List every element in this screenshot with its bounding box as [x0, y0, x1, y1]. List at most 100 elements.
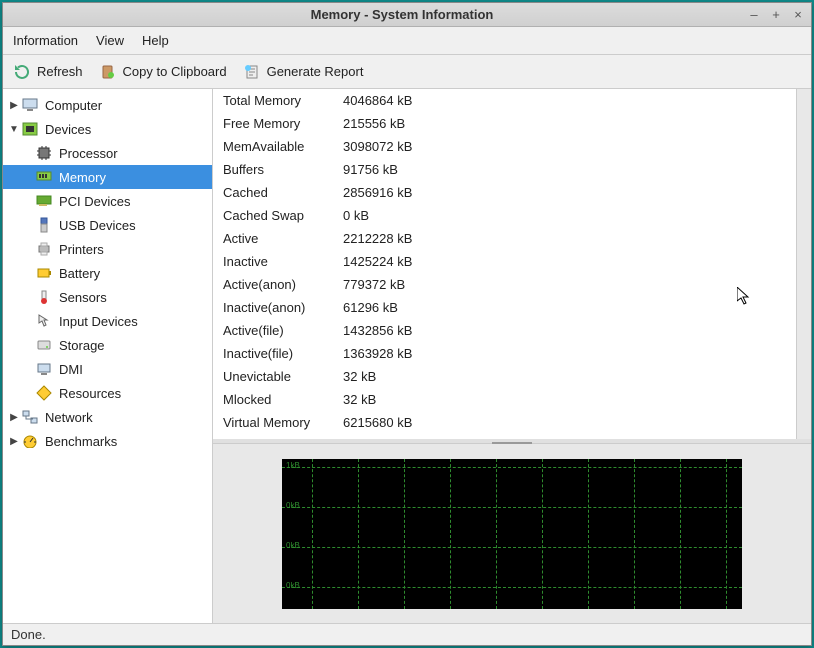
mem-value: 32 kB	[343, 369, 811, 384]
usb-icon	[35, 217, 53, 233]
devices-icon	[21, 121, 39, 137]
expander-icon[interactable]: ▶	[7, 412, 21, 423]
menu-information[interactable]: Information	[13, 33, 78, 48]
mem-key: Buffers	[213, 162, 343, 177]
sidebar-item-pci-devices[interactable]: PCI Devices	[3, 189, 212, 213]
sidebar-item-label: Battery	[59, 266, 100, 281]
menu-help[interactable]: Help	[142, 33, 169, 48]
sidebar-item-sensors[interactable]: Sensors	[3, 285, 212, 309]
mem-value: 215556 kB	[343, 116, 811, 131]
mem-key: Inactive(anon)	[213, 300, 343, 315]
graph-area: 1kB0kB0kB0kB	[213, 443, 811, 623]
pci-icon	[35, 193, 53, 209]
sidebar-item-label: Memory	[59, 170, 106, 185]
graph-ylabel: 1kB	[286, 461, 300, 470]
mem-value: 4046864 kB	[343, 93, 811, 108]
report-label: Generate Report	[267, 64, 364, 79]
main-pane: Total Memory4046864 kBFree Memory215556 …	[213, 89, 811, 623]
mem-key: Unevictable	[213, 369, 343, 384]
status-text: Done.	[11, 627, 46, 642]
memory-graph: 1kB0kB0kB0kB	[282, 459, 742, 609]
sidebar-item-storage[interactable]: Storage	[3, 333, 212, 357]
table-row[interactable]: Total Memory4046864 kB	[213, 89, 811, 112]
expander-icon[interactable]: ▶	[7, 100, 21, 111]
memory-icon	[35, 169, 53, 185]
sidebar[interactable]: ▶ Computer ▼ Devices Processor Memory PCI …	[3, 89, 213, 623]
refresh-icon	[13, 63, 31, 81]
mem-value: 779372 kB	[343, 277, 811, 292]
maximize-button[interactable]: +	[769, 7, 783, 22]
refresh-button[interactable]: Refresh	[13, 63, 83, 81]
table-row[interactable]: Inactive(file)1363928 kB	[213, 342, 811, 365]
sidebar-label: Network	[45, 410, 93, 425]
dmi-icon	[35, 361, 53, 377]
table-row[interactable]: Active2212228 kB	[213, 227, 811, 250]
splitter-handle[interactable]	[492, 440, 532, 446]
graph-ylabel: 0kB	[286, 501, 300, 510]
table-row[interactable]: Inactive(anon)61296 kB	[213, 296, 811, 319]
copy-label: Copy to Clipboard	[123, 64, 227, 79]
window-title: Memory - System Information	[63, 7, 741, 22]
sidebar-item-computer[interactable]: ▶ Computer	[3, 93, 212, 117]
table-row[interactable]: Active(file)1432856 kB	[213, 319, 811, 342]
expander-icon[interactable]: ▼	[7, 124, 21, 135]
network-icon	[21, 409, 39, 425]
mem-key: Cached	[213, 185, 343, 200]
sidebar-item-label: Resources	[59, 386, 121, 401]
sidebar-label: Computer	[45, 98, 102, 113]
mem-key: Inactive(file)	[213, 346, 343, 361]
sidebar-label: Benchmarks	[45, 434, 117, 449]
table-row[interactable]: Cached2856916 kB	[213, 181, 811, 204]
sidebar-item-label: PCI Devices	[59, 194, 131, 209]
sidebar-item-label: Processor	[59, 146, 118, 161]
mem-key: Active	[213, 231, 343, 246]
sidebar-item-processor[interactable]: Processor	[3, 141, 212, 165]
sidebar-item-input-devices[interactable]: Input Devices	[3, 309, 212, 333]
mem-value: 1432856 kB	[343, 323, 811, 338]
refresh-label: Refresh	[37, 64, 83, 79]
memory-table[interactable]: Total Memory4046864 kBFree Memory215556 …	[213, 89, 811, 443]
resource-icon	[35, 385, 53, 401]
mem-key: Total Memory	[213, 93, 343, 108]
sidebar-item-printers[interactable]: Printers	[3, 237, 212, 261]
sidebar-item-label: Storage	[59, 338, 105, 353]
table-row[interactable]: Cached Swap0 kB	[213, 204, 811, 227]
table-row[interactable]: Free Memory215556 kB	[213, 112, 811, 135]
mem-value: 3098072 kB	[343, 139, 811, 154]
sidebar-item-battery[interactable]: Battery	[3, 261, 212, 285]
close-button[interactable]: ×	[791, 7, 805, 22]
minimize-button[interactable]: –	[747, 7, 761, 22]
generate-report-button[interactable]: Generate Report	[243, 63, 364, 81]
sidebar-item-network[interactable]: ▶ Network	[3, 405, 212, 429]
table-row[interactable]: Virtual Memory6215680 kB	[213, 411, 811, 434]
printer-icon	[35, 241, 53, 257]
titlebar[interactable]: Memory - System Information – + ×	[3, 3, 811, 27]
table-row[interactable]: Buffers91756 kB	[213, 158, 811, 181]
sidebar-item-memory[interactable]: Memory	[3, 165, 212, 189]
table-row[interactable]: Mlocked32 kB	[213, 388, 811, 411]
sensor-icon	[35, 289, 53, 305]
mem-key: Free Memory	[213, 116, 343, 131]
mem-value: 1363928 kB	[343, 346, 811, 361]
menu-view[interactable]: View	[96, 33, 124, 48]
mem-key: Cached Swap	[213, 208, 343, 223]
mem-value: 1425224 kB	[343, 254, 811, 269]
table-row[interactable]: MemAvailable3098072 kB	[213, 135, 811, 158]
sidebar-item-resources[interactable]: Resources	[3, 381, 212, 405]
sidebar-item-label: DMI	[59, 362, 83, 377]
battery-icon	[35, 265, 53, 281]
table-row[interactable]: Unevictable32 kB	[213, 365, 811, 388]
body: ▶ Computer ▼ Devices Processor Memory PCI …	[3, 89, 811, 623]
sidebar-item-devices[interactable]: ▼ Devices	[3, 117, 212, 141]
graph-ylabel: 0kB	[286, 581, 300, 590]
sidebar-item-benchmarks[interactable]: ▶ Benchmarks	[3, 429, 212, 453]
copy-clipboard-button[interactable]: Copy to Clipboard	[99, 63, 227, 81]
sidebar-item-dmi[interactable]: DMI	[3, 357, 212, 381]
mem-key: Inactive	[213, 254, 343, 269]
sidebar-item-label: Printers	[59, 242, 104, 257]
table-row[interactable]: Inactive1425224 kB	[213, 250, 811, 273]
sidebar-item-usb-devices[interactable]: USB Devices	[3, 213, 212, 237]
mem-key: Virtual Memory	[213, 415, 343, 430]
expander-icon[interactable]: ▶	[7, 436, 21, 447]
table-row[interactable]: Active(anon)779372 kB	[213, 273, 811, 296]
